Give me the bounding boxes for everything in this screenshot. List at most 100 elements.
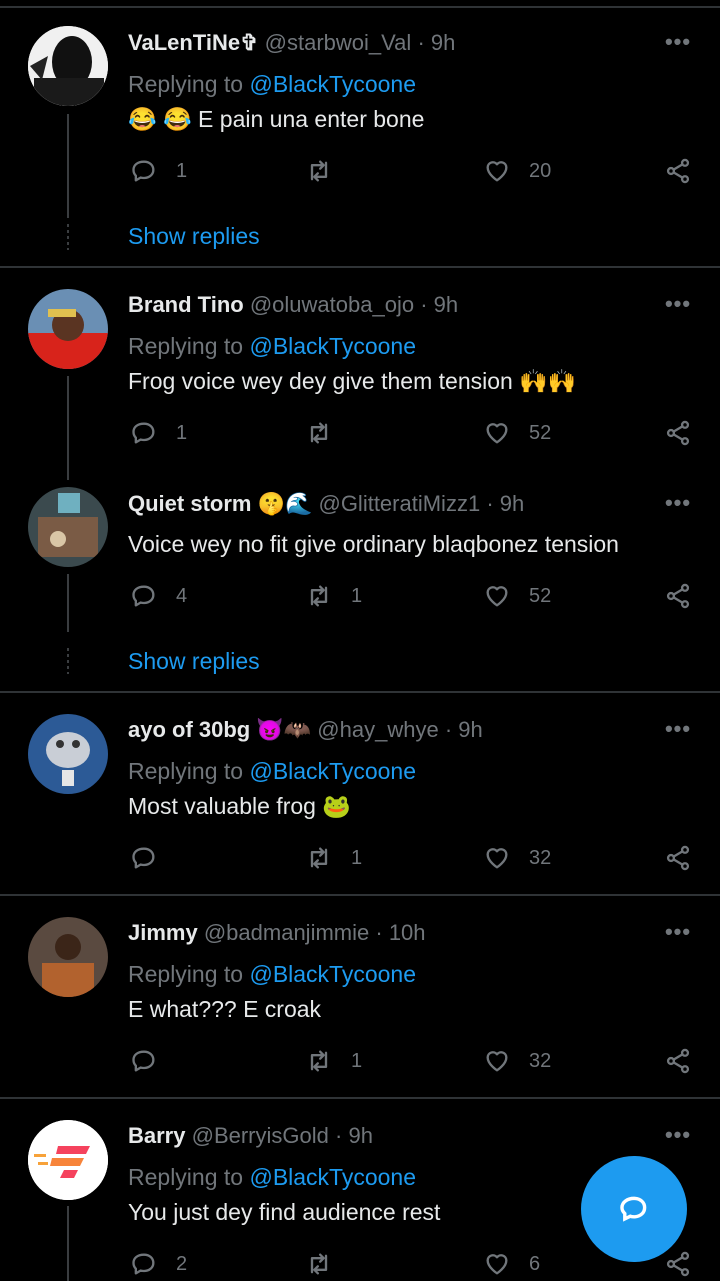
display-name[interactable]: VaLenTiNe✞	[128, 30, 259, 55]
retweet-button[interactable]: 1	[305, 1045, 362, 1077]
tweet-header: Barry @BerryisGold · 9h	[128, 1122, 373, 1150]
reply-button[interactable]: 2	[130, 1248, 187, 1280]
tweet-header: Brand Tino @oluwatoba_ojo · 9h	[128, 291, 458, 319]
thread-dots	[67, 224, 69, 250]
reply-count: 1	[176, 421, 188, 444]
mention-link[interactable]: @BlackTycoone	[249, 333, 416, 359]
tweet-text: You just dey find audience rest	[128, 1199, 441, 1225]
user-handle[interactable]: @hay_whye	[317, 717, 438, 742]
tweet-header: Quiet storm 🤫🌊 @GlitteratiMizz1 · 9h	[128, 490, 524, 518]
show-replies-link[interactable]: Show replies	[128, 646, 260, 676]
display-name[interactable]: Barry	[128, 1123, 185, 1148]
mention-link[interactable]: @BlackTycoone	[249, 961, 416, 987]
tweet-divider	[0, 691, 720, 693]
share-button[interactable]	[664, 842, 692, 874]
more-icon[interactable]: •••	[664, 716, 692, 742]
action-bar: 4 1 52	[0, 580, 720, 612]
retweet-icon	[310, 160, 328, 182]
more-icon[interactable]: •••	[664, 291, 692, 317]
reply-button[interactable]: 1	[130, 417, 187, 449]
dot-separator: ·	[417, 30, 425, 55]
user-handle[interactable]: @GlitteratiMizz1	[318, 491, 480, 516]
avatar-image	[28, 289, 108, 369]
share-button[interactable]	[664, 155, 692, 187]
avatar-image	[28, 917, 108, 997]
reply-icon	[132, 160, 155, 182]
display-name[interactable]: ayo of 30bg 😈🦇	[128, 717, 311, 742]
replying-to: Replying to @BlackTycoone	[128, 756, 416, 786]
display-name[interactable]: Brand Tino	[128, 292, 244, 317]
display-name[interactable]: Jimmy	[128, 920, 198, 945]
replying-prefix: Replying to	[128, 71, 250, 97]
like-button[interactable]: 32	[483, 1045, 551, 1077]
mention-link[interactable]: @BlackTycoone	[249, 758, 416, 784]
like-button[interactable]: 6	[483, 1248, 540, 1280]
timestamp[interactable]: 9h	[348, 1123, 372, 1148]
like-count: 52	[529, 584, 552, 607]
avatar[interactable]	[28, 487, 108, 567]
retweet-button[interactable]: 1	[305, 580, 362, 612]
avatar[interactable]	[28, 26, 108, 106]
retweet-icon	[310, 422, 328, 444]
avatar[interactable]	[28, 714, 108, 794]
retweet-button[interactable]	[305, 155, 351, 187]
dot-separator: ·	[444, 717, 453, 742]
replying-to: Replying to @BlackTycoone	[128, 69, 416, 99]
replying-prefix: Replying to	[128, 758, 250, 784]
share-button[interactable]	[664, 1248, 692, 1280]
share-button[interactable]	[664, 417, 692, 449]
user-handle[interactable]: @badmanjimmie	[204, 920, 369, 945]
mention-link[interactable]: @BlackTycoone	[249, 71, 416, 97]
like-button[interactable]: 52	[483, 417, 551, 449]
share-icon	[666, 1251, 690, 1277]
retweet-count: 1	[351, 584, 363, 607]
more-icon[interactable]: •••	[664, 29, 692, 55]
timestamp[interactable]: 9h	[458, 717, 482, 742]
user-handle[interactable]: @oluwatoba_ojo	[250, 292, 414, 317]
avatar[interactable]	[28, 1120, 108, 1200]
reply-button[interactable]: 1	[130, 155, 187, 187]
timestamp[interactable]: 9h	[500, 491, 524, 516]
reply-icon	[132, 847, 155, 869]
reply-button[interactable]	[130, 842, 176, 874]
display-name[interactable]: Quiet storm 🤫🌊	[128, 491, 312, 516]
action-bar: 1 20	[0, 155, 720, 187]
like-icon	[486, 586, 508, 607]
tweet-divider	[0, 1097, 720, 1099]
retweet-button[interactable]: 1	[305, 842, 362, 874]
retweet-button[interactable]	[305, 1248, 351, 1280]
reply-count: 1	[176, 159, 188, 182]
avatar[interactable]	[28, 289, 108, 369]
more-icon[interactable]: •••	[664, 919, 692, 945]
show-replies-link[interactable]: Show replies	[128, 221, 260, 251]
tweet-text: Voice wey no fit give ordinary blaqbonez…	[128, 531, 619, 557]
user-handle[interactable]: @starbwoi_Val	[265, 30, 412, 55]
tweet-header: ayo of 30bg 😈🦇 @hay_whye · 9h	[128, 716, 483, 744]
like-count: 32	[529, 1049, 552, 1072]
like-button[interactable]: 20	[483, 155, 551, 187]
timestamp[interactable]: 9h	[431, 30, 455, 55]
avatar[interactable]	[28, 917, 108, 997]
reply-count: 2	[176, 1252, 188, 1275]
reply-button[interactable]: 4	[130, 580, 187, 612]
tweet-text: 😂 😂 E pain una enter bone	[128, 106, 425, 132]
reply-icon	[132, 1253, 155, 1275]
retweet-button[interactable]	[305, 417, 351, 449]
thread-dots	[67, 648, 69, 674]
compose-reply-button[interactable]	[581, 1156, 687, 1262]
user-handle[interactable]: @BerryisGold	[192, 1123, 329, 1148]
timestamp[interactable]: 10h	[389, 920, 426, 945]
more-icon[interactable]: •••	[664, 490, 692, 516]
action-bar: 1 32	[0, 1045, 720, 1077]
replying-prefix: Replying to	[128, 333, 250, 359]
share-button[interactable]	[664, 580, 692, 612]
like-button[interactable]: 32	[483, 842, 551, 874]
like-button[interactable]: 52	[483, 580, 551, 612]
reply-icon	[132, 1050, 155, 1072]
mention-link[interactable]: @BlackTycoone	[249, 1164, 416, 1190]
share-button[interactable]	[664, 1045, 692, 1077]
reply-button[interactable]	[130, 1045, 176, 1077]
more-icon[interactable]: •••	[664, 1122, 692, 1148]
timestamp[interactable]: 9h	[434, 292, 458, 317]
retweet-count: 1	[351, 1049, 363, 1072]
